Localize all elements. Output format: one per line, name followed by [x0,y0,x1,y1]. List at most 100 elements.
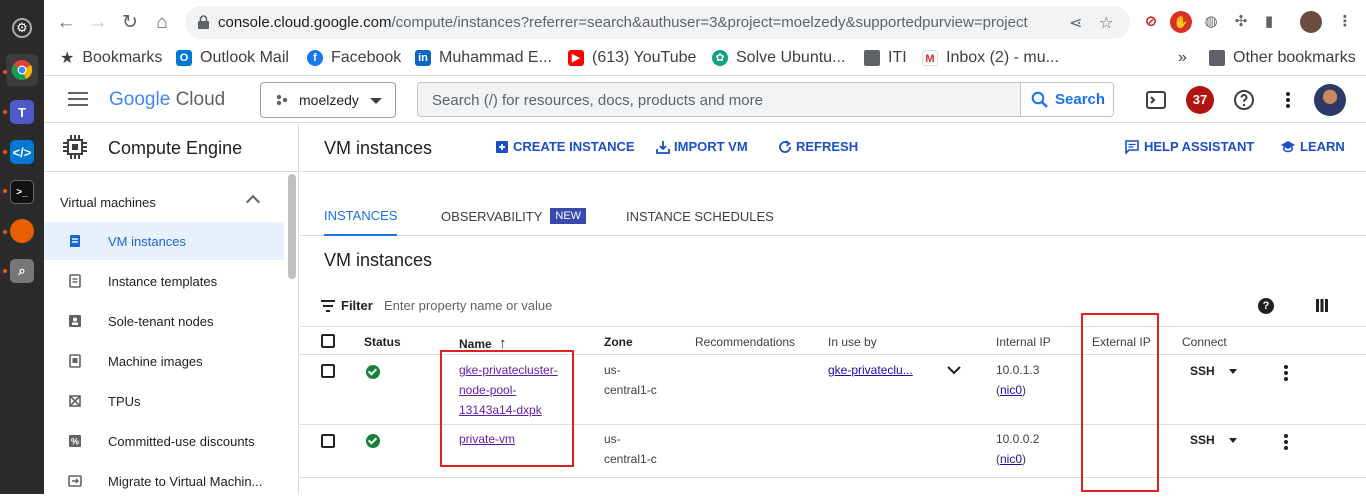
stop-extension-icon[interactable]: ✋ [1170,11,1192,33]
profile-avatar[interactable] [1300,11,1322,33]
bookmark-outlook[interactable]: O Outlook Mail [176,47,289,69]
nic-link[interactable]: nic0 [1000,452,1022,466]
column-header-connect[interactable]: Connect [1182,335,1227,349]
bookmark-bookmarks[interactable]: ★ Bookmarks [60,47,162,69]
check-circle-icon [366,365,380,379]
bookmark-chatgpt[interactable]: ✿ Solve Ubuntu... [712,47,845,69]
bookmark-facebook[interactable]: f Facebook [307,47,401,69]
screenshot-icon[interactable]: ⌕ [10,259,34,283]
bookmark-label: Outlook Mail [200,49,289,66]
avatar[interactable] [1314,84,1346,116]
import-vm-button[interactable]: IMPORT VM [656,139,748,154]
sidebar-item-label: TPUs [108,393,141,409]
tab-instances[interactable]: INSTANCES [324,196,398,236]
address-bar[interactable]: console.cloud.google.com/compute/instanc… [185,6,1130,39]
sidebar-item-machine-images[interactable]: Machine images [44,342,284,380]
block-extension-icon[interactable]: ⊘ [1140,11,1162,33]
share-icon[interactable]: ⋖ [1069,13,1082,33]
sidebar-item-committed-use-discounts[interactable]: % Committed-use discounts [44,422,284,460]
search-input[interactable]: Search (/) for resources, docs, products… [432,92,763,109]
school-icon [1281,140,1295,152]
row-actions-icon[interactable] [1284,434,1288,450]
teams-icon[interactable]: T [10,100,34,124]
in-use-by-link[interactable]: gke-privateclu... [828,360,913,380]
google-cloud-logo[interactable]: Google Cloud [109,89,225,111]
bookmark-linkedin[interactable]: in Muhammad E... [415,47,552,69]
chrome-menu-icon[interactable]: ⋮ [1334,11,1356,33]
notifications-badge[interactable]: 37 [1186,86,1214,114]
refresh-button[interactable]: REFRESH [778,139,858,154]
project-picker[interactable]: moelzedy [260,82,396,118]
bookmark-gmail[interactable]: M Inbox (2) - mu... [922,47,1059,69]
sidebar-item-label: Migrate to Virtual Machin... [108,473,263,489]
cloud-shell-icon[interactable] [1144,88,1168,112]
home-icon[interactable]: ⌂ [150,11,174,35]
row-checkbox[interactable] [321,364,335,378]
sidebar-item-tpus[interactable]: TPUs [44,382,284,420]
search-box[interactable]: Search (/) for resources, docs, products… [417,82,1114,117]
chevron-up-icon[interactable] [245,194,261,210]
dropdown-arrow-icon [370,98,382,104]
running-indicator [3,110,7,114]
column-display-icon[interactable] [1316,299,1328,312]
filter-bar: Filter Enter property name or value ? [300,286,1366,326]
create-instance-button[interactable]: CREATE INSTANCE [495,139,635,154]
ssh-button[interactable]: SSH [1190,364,1215,378]
help-icon[interactable]: ? [1258,298,1274,314]
puzzle-icon[interactable]: ✣ [1230,11,1252,33]
firefox-icon[interactable] [10,219,34,243]
running-indicator [3,150,7,154]
forward-icon[interactable]: → [86,11,110,35]
filter-icon[interactable] [321,300,335,312]
chrome-icon[interactable] [6,54,38,86]
section-title[interactable]: Virtual machines [60,195,156,210]
help-assistant-button[interactable]: HELP ASSISTANT [1124,139,1254,154]
tab-instance-schedules[interactable]: INSTANCE SCHEDULES [626,196,774,236]
sidebar-scrollbar[interactable] [288,174,296,279]
more-options-icon[interactable] [1286,92,1290,108]
tab-observability[interactable]: OBSERVABILITY NEW [441,196,587,236]
column-header-recommendations[interactable]: Recommendations [695,335,795,349]
bookmark-label: Other bookmarks [1233,49,1356,66]
bookmark-label: Bookmarks [82,49,163,66]
terminal-icon[interactable]: >_ [10,180,34,204]
more-bookmarks-button[interactable]: » [1178,47,1187,69]
url-path: /compute/instances?referrer=search&authu… [391,14,1028,31]
row-actions-icon[interactable] [1284,365,1288,381]
menu-icon[interactable] [68,92,88,106]
ssh-dropdown-icon[interactable] [1229,369,1237,374]
star-icon[interactable]: ☆ [1099,13,1113,33]
settings-icon[interactable]: ⚙ [12,18,32,38]
reload-icon[interactable]: ↻ [118,11,142,35]
column-header-zone[interactable]: Zone [604,335,633,349]
column-header-status[interactable]: Status [364,335,401,349]
other-bookmarks-folder[interactable]: Other bookmarks [1209,47,1356,69]
sidebar-item-vm-instances[interactable]: VM instances [44,222,284,260]
bookmark-youtube[interactable]: ▶ (613) YouTube [568,47,696,69]
search-button[interactable]: Search [1020,83,1113,116]
column-header-in-use-by[interactable]: In use by [828,335,877,349]
tpu-icon [69,395,81,407]
chevron-down-icon[interactable] [947,366,961,375]
select-all-checkbox[interactable] [321,334,335,348]
filter-input[interactable]: Enter property name or value [384,298,552,313]
product-header: Compute Engine [44,124,299,172]
ssh-button[interactable]: SSH [1190,433,1215,447]
back-icon[interactable]: ← [54,11,78,35]
side-panel-icon[interactable]: ▮ [1258,11,1280,33]
column-header-internal-ip[interactable]: Internal IP [996,335,1051,349]
vscode-icon[interactable]: </> [10,140,34,164]
sidebar-item-migrate[interactable]: Migrate to Virtual Machin... [44,462,284,500]
ssh-dropdown-icon[interactable] [1229,438,1237,443]
globe-extension-icon[interactable]: ◍ [1200,11,1222,33]
running-indicator [3,269,7,273]
bookmark-folder-iti[interactable]: ITI [864,47,907,69]
nic-link[interactable]: nic0 [1000,383,1022,397]
sidebar-item-instance-templates[interactable]: Instance templates [44,262,284,300]
help-icon[interactable] [1232,88,1256,112]
main-content: VM instances CREATE INSTANCE IMPORT VM R… [300,124,1366,494]
row-checkbox[interactable] [321,434,335,448]
internal-ip: 10.0.1.3 [996,363,1040,377]
learn-button[interactable]: LEARN [1280,139,1345,154]
sidebar-item-sole-tenant-nodes[interactable]: Sole-tenant nodes [44,302,284,340]
